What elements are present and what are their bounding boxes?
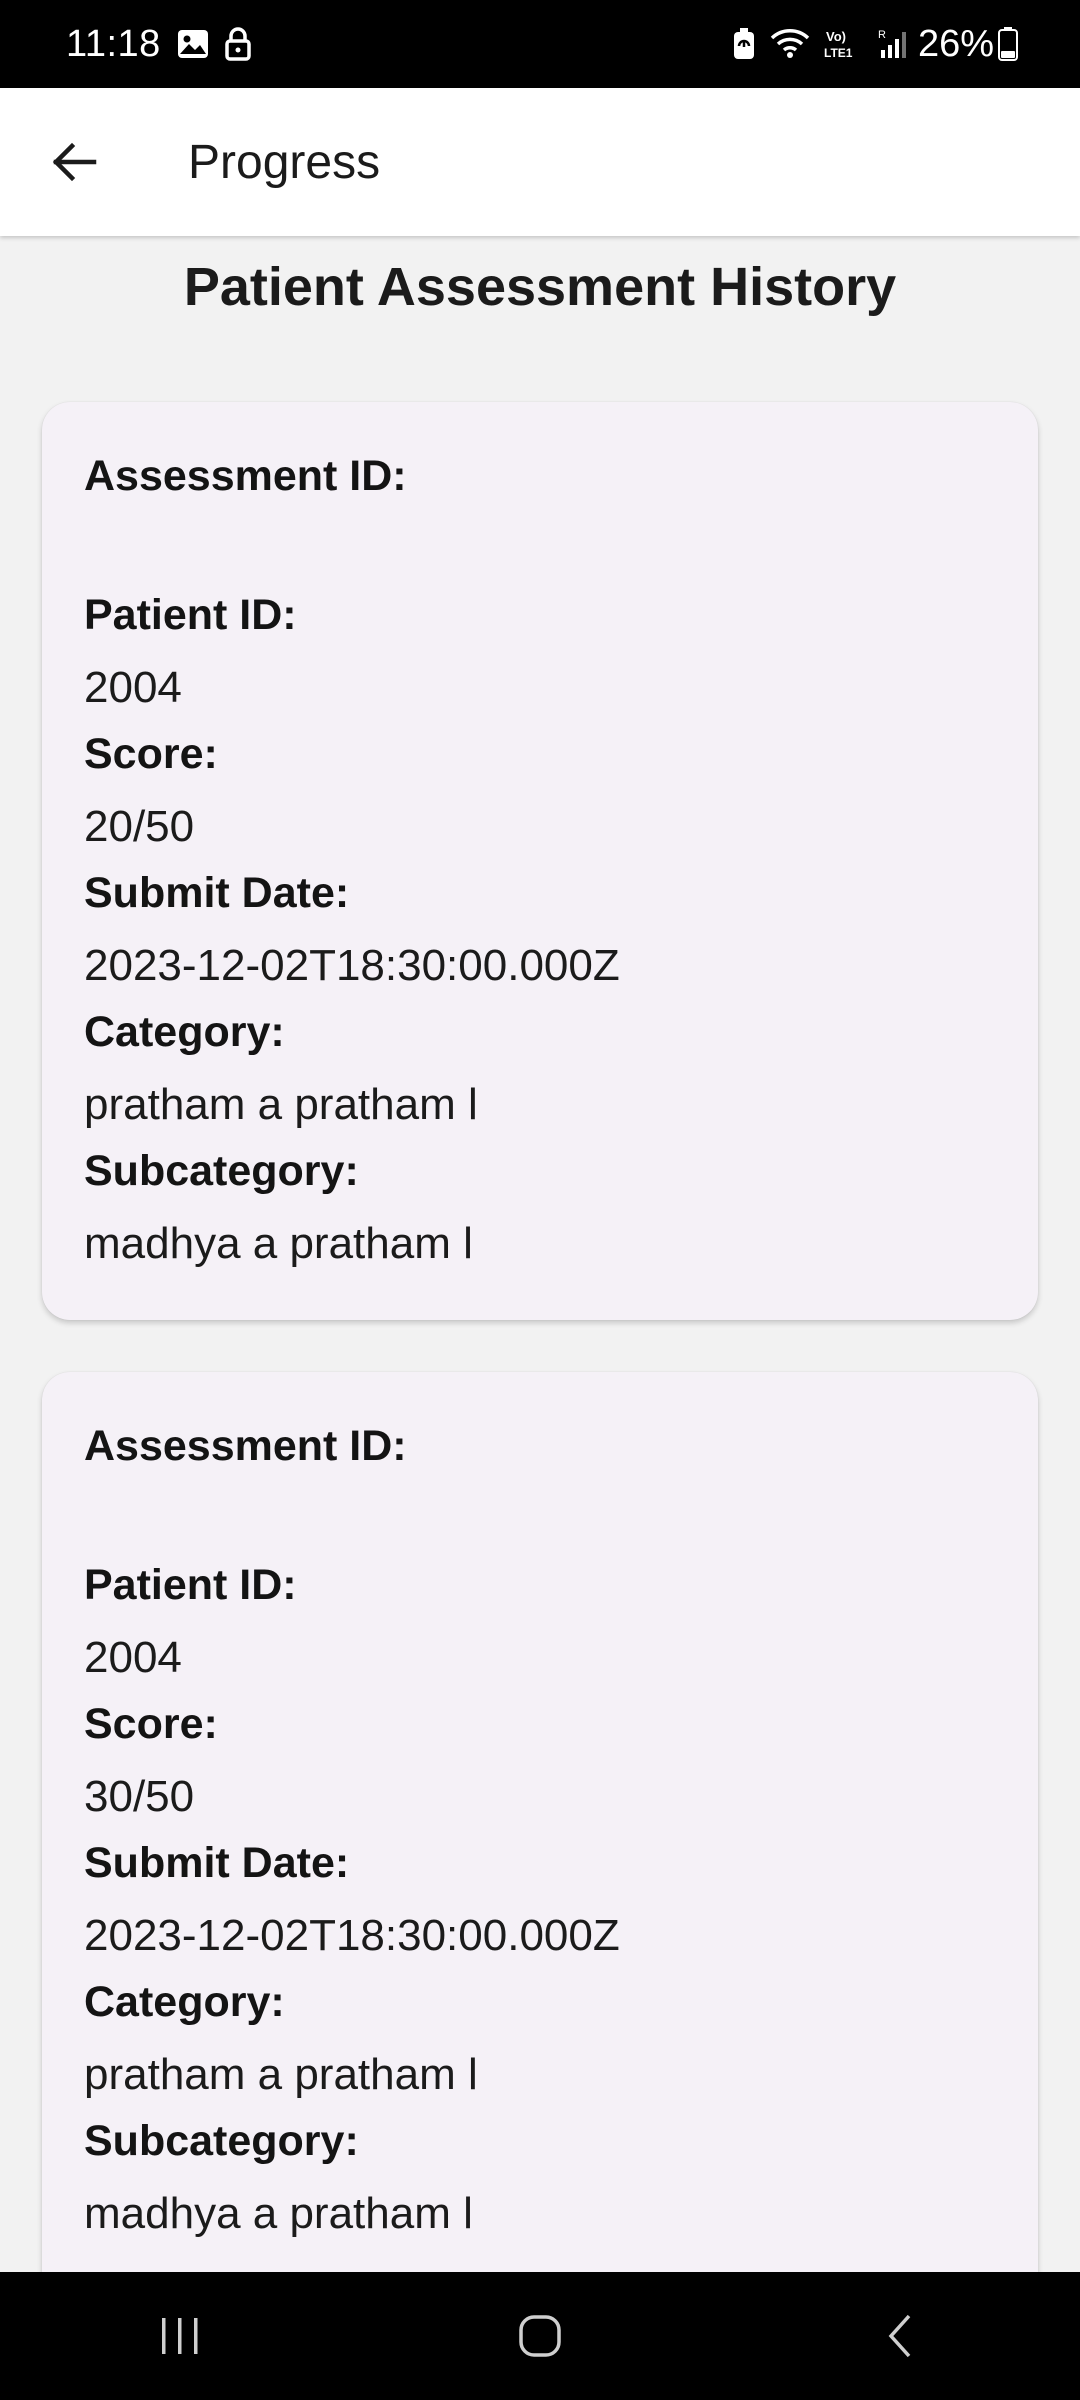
- score-value: 30/50: [84, 1772, 195, 1821]
- battery-percent: 26%: [917, 22, 994, 65]
- volte-icon: Vo) LTE1: [824, 28, 864, 60]
- back-button[interactable]: [0, 88, 148, 236]
- score-label: Score:: [84, 1700, 218, 1748]
- patient-id-value: 2004: [84, 1633, 182, 1682]
- recents-button[interactable]: [100, 2286, 260, 2386]
- battery-saver-icon: [732, 28, 756, 60]
- arrow-left-icon: [52, 142, 97, 182]
- svg-text:Vo): Vo): [826, 29, 846, 44]
- status-left: 11:18: [66, 23, 251, 66]
- app-title: Progress: [188, 135, 381, 189]
- assessment-card: Assessment ID: Patient ID: 2004 Score: 2…: [42, 402, 1038, 1320]
- patient-id-label: Patient ID:: [84, 1561, 297, 1609]
- assessment-id-label: Assessment ID:: [84, 1422, 407, 1470]
- assessment-card: Assessment ID: Patient ID: 2004 Score: 3…: [42, 1372, 1038, 2272]
- status-bar: 11:18 Vo) LTE1 R 26%: [0, 0, 1080, 88]
- subcategory-label: Subcategory:: [84, 1147, 359, 1195]
- submit-date-value: 2023-12-02T18:30:00.000Z: [84, 1911, 620, 1960]
- assessment-id-value: [84, 516, 1038, 587]
- page-heading: Patient Assessment History: [183, 257, 897, 317]
- assessment-id-label: Assessment ID:: [84, 452, 407, 500]
- system-back-button[interactable]: [820, 2286, 980, 2386]
- wifi-icon: [770, 28, 810, 60]
- category-label: Category:: [84, 1008, 285, 1056]
- signal-icon: R: [878, 28, 908, 60]
- system-nav-bar: [0, 2272, 1080, 2400]
- home-icon: [519, 2315, 561, 2357]
- patient-id-label: Patient ID:: [84, 591, 297, 639]
- score-label: Score:: [84, 730, 218, 778]
- score-value: 20/50: [84, 802, 195, 851]
- status-right: Vo) LTE1 R 26%: [718, 23, 1018, 66]
- subcategory-value: madhya a pratham l: [84, 1219, 473, 1268]
- assessment-id-value: [84, 1486, 1038, 1557]
- status-time: 11:18: [66, 22, 161, 65]
- category-label: Category:: [84, 1978, 285, 2026]
- submit-date-label: Submit Date:: [84, 869, 350, 917]
- recents-icon: [162, 2318, 198, 2354]
- back-icon: [888, 2314, 911, 2358]
- category-value: pratham a pratham l: [84, 1080, 478, 1129]
- content-scroll-area[interactable]: Patient Assessment History Assessment ID…: [0, 236, 1080, 2272]
- svg-text:LTE1: LTE1: [824, 46, 853, 60]
- submit-date-label: Submit Date:: [84, 1839, 350, 1887]
- patient-id-value: 2004: [84, 663, 182, 712]
- subcategory-value: madhya a pratham l: [84, 2189, 473, 2238]
- svg-text:R: R: [878, 29, 886, 41]
- app-bar: Progress: [0, 88, 1080, 236]
- submit-date-value: 2023-12-02T18:30:00.000Z: [84, 941, 620, 990]
- lock-icon: [225, 27, 251, 61]
- home-button[interactable]: [460, 2286, 620, 2386]
- battery-icon: [998, 27, 1018, 61]
- gallery-icon: [177, 29, 209, 59]
- category-value: pratham a pratham l: [84, 2050, 478, 2099]
- subcategory-label: Subcategory:: [84, 2117, 359, 2165]
